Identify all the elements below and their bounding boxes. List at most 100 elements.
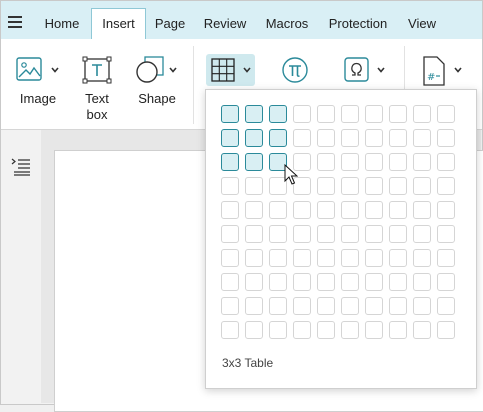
table-grid-cell[interactable] bbox=[437, 273, 455, 291]
table-grid-cell[interactable] bbox=[341, 297, 359, 315]
table-grid-cell[interactable] bbox=[389, 129, 407, 147]
table-grid-cell[interactable] bbox=[389, 225, 407, 243]
table-grid-cell[interactable] bbox=[437, 129, 455, 147]
table-grid-cell[interactable] bbox=[269, 273, 287, 291]
table-grid-cell[interactable] bbox=[269, 201, 287, 219]
tab-insert[interactable]: Insert bbox=[91, 8, 146, 40]
table-grid-cell[interactable] bbox=[245, 129, 263, 147]
table-grid-cell[interactable] bbox=[437, 177, 455, 195]
table-grid-cell[interactable] bbox=[317, 201, 335, 219]
table-grid-cell[interactable] bbox=[341, 321, 359, 339]
table-grid-cell[interactable] bbox=[245, 225, 263, 243]
table-grid-cell[interactable] bbox=[245, 177, 263, 195]
table-grid-cell[interactable] bbox=[437, 321, 455, 339]
table-grid-cell[interactable] bbox=[293, 105, 311, 123]
table-grid-cell[interactable] bbox=[413, 105, 431, 123]
tab-macros[interactable]: Macros bbox=[262, 9, 312, 39]
table-grid-cell[interactable] bbox=[341, 273, 359, 291]
table-grid-cell[interactable] bbox=[221, 105, 239, 123]
table-grid-cell[interactable] bbox=[437, 249, 455, 267]
table-grid-cell[interactable] bbox=[365, 297, 383, 315]
table-grid-cell[interactable] bbox=[341, 105, 359, 123]
table-grid-cell[interactable] bbox=[365, 129, 383, 147]
table-grid-cell[interactable] bbox=[317, 177, 335, 195]
menu-icon[interactable] bbox=[8, 16, 24, 28]
table-grid-cell[interactable] bbox=[221, 321, 239, 339]
shape-button[interactable]: Shape bbox=[136, 56, 192, 120]
table-grid-cell[interactable] bbox=[389, 201, 407, 219]
table-grid-cell[interactable] bbox=[293, 297, 311, 315]
table-grid-cell[interactable] bbox=[269, 321, 287, 339]
table-grid-cell[interactable] bbox=[245, 297, 263, 315]
table-grid-cell[interactable] bbox=[365, 273, 383, 291]
table-grid-cell[interactable] bbox=[341, 129, 359, 147]
table-grid-cell[interactable] bbox=[413, 129, 431, 147]
table-grid-cell[interactable] bbox=[293, 129, 311, 147]
outline-icon[interactable] bbox=[11, 158, 31, 176]
table-grid-cell[interactable] bbox=[365, 321, 383, 339]
table-grid-cell[interactable] bbox=[317, 273, 335, 291]
table-grid-cell[interactable] bbox=[221, 273, 239, 291]
table-grid-cell[interactable] bbox=[437, 225, 455, 243]
table-grid-cell[interactable] bbox=[221, 297, 239, 315]
table-grid-cell[interactable] bbox=[221, 177, 239, 195]
table-grid-cell[interactable] bbox=[413, 225, 431, 243]
table-grid-cell[interactable] bbox=[269, 249, 287, 267]
table-grid-cell[interactable] bbox=[293, 201, 311, 219]
table-grid-cell[interactable] bbox=[389, 273, 407, 291]
table-grid-cell[interactable] bbox=[389, 177, 407, 195]
table-grid-cell[interactable] bbox=[245, 105, 263, 123]
table-grid-cell[interactable] bbox=[317, 321, 335, 339]
table-grid-cell[interactable] bbox=[341, 177, 359, 195]
table-grid-cell[interactable] bbox=[389, 321, 407, 339]
table-grid-cell[interactable] bbox=[269, 105, 287, 123]
table-grid-cell[interactable] bbox=[413, 321, 431, 339]
image-button[interactable]: Image bbox=[16, 56, 72, 120]
page-number-button[interactable]: # bbox=[422, 56, 468, 86]
table-grid-cell[interactable] bbox=[245, 321, 263, 339]
table-grid-cell[interactable] bbox=[221, 129, 239, 147]
table-grid-cell[interactable] bbox=[317, 249, 335, 267]
table-grid-cell[interactable] bbox=[221, 249, 239, 267]
table-grid-cell[interactable] bbox=[245, 273, 263, 291]
table-grid-cell[interactable] bbox=[365, 201, 383, 219]
table-grid-cell[interactable] bbox=[221, 201, 239, 219]
table-grid-cell[interactable] bbox=[365, 249, 383, 267]
table-grid-cell[interactable] bbox=[317, 297, 335, 315]
tab-review[interactable]: Review bbox=[199, 9, 251, 39]
table-grid-cell[interactable] bbox=[317, 225, 335, 243]
table-grid-cell[interactable] bbox=[269, 297, 287, 315]
textbox-button[interactable]: Text box bbox=[80, 56, 116, 122]
table-grid-cell[interactable] bbox=[317, 129, 335, 147]
equation-button[interactable] bbox=[281, 56, 309, 84]
tab-page[interactable]: Page bbox=[150, 9, 190, 39]
table-grid-cell[interactable] bbox=[413, 249, 431, 267]
table-grid-cell[interactable] bbox=[389, 105, 407, 123]
tab-home[interactable]: Home bbox=[40, 9, 84, 39]
table-grid-cell[interactable] bbox=[413, 297, 431, 315]
table-grid-cell[interactable] bbox=[365, 105, 383, 123]
table-grid-cell[interactable] bbox=[245, 201, 263, 219]
table-grid-cell[interactable] bbox=[365, 177, 383, 195]
table-grid-cell[interactable] bbox=[341, 153, 359, 171]
table-grid-cell[interactable] bbox=[413, 201, 431, 219]
table-grid-cell[interactable] bbox=[293, 273, 311, 291]
table-grid-cell[interactable] bbox=[389, 153, 407, 171]
table-grid-cell[interactable] bbox=[341, 201, 359, 219]
tab-protection[interactable]: Protection bbox=[326, 9, 390, 39]
table-grid-cell[interactable] bbox=[413, 273, 431, 291]
table-grid-cell[interactable] bbox=[317, 153, 335, 171]
table-grid-cell[interactable] bbox=[341, 225, 359, 243]
table-grid-cell[interactable] bbox=[293, 321, 311, 339]
table-grid-cell[interactable] bbox=[365, 225, 383, 243]
table-grid-cell[interactable] bbox=[413, 153, 431, 171]
table-grid-cell[interactable] bbox=[413, 177, 431, 195]
table-button[interactable] bbox=[206, 54, 255, 86]
table-grid-cell[interactable] bbox=[293, 249, 311, 267]
table-grid-cell[interactable] bbox=[245, 153, 263, 171]
symbol-button[interactable] bbox=[343, 56, 389, 84]
table-grid-cell[interactable] bbox=[437, 153, 455, 171]
table-grid-cell[interactable] bbox=[245, 249, 263, 267]
table-grid-cell[interactable] bbox=[341, 249, 359, 267]
table-grid-cell[interactable] bbox=[437, 297, 455, 315]
